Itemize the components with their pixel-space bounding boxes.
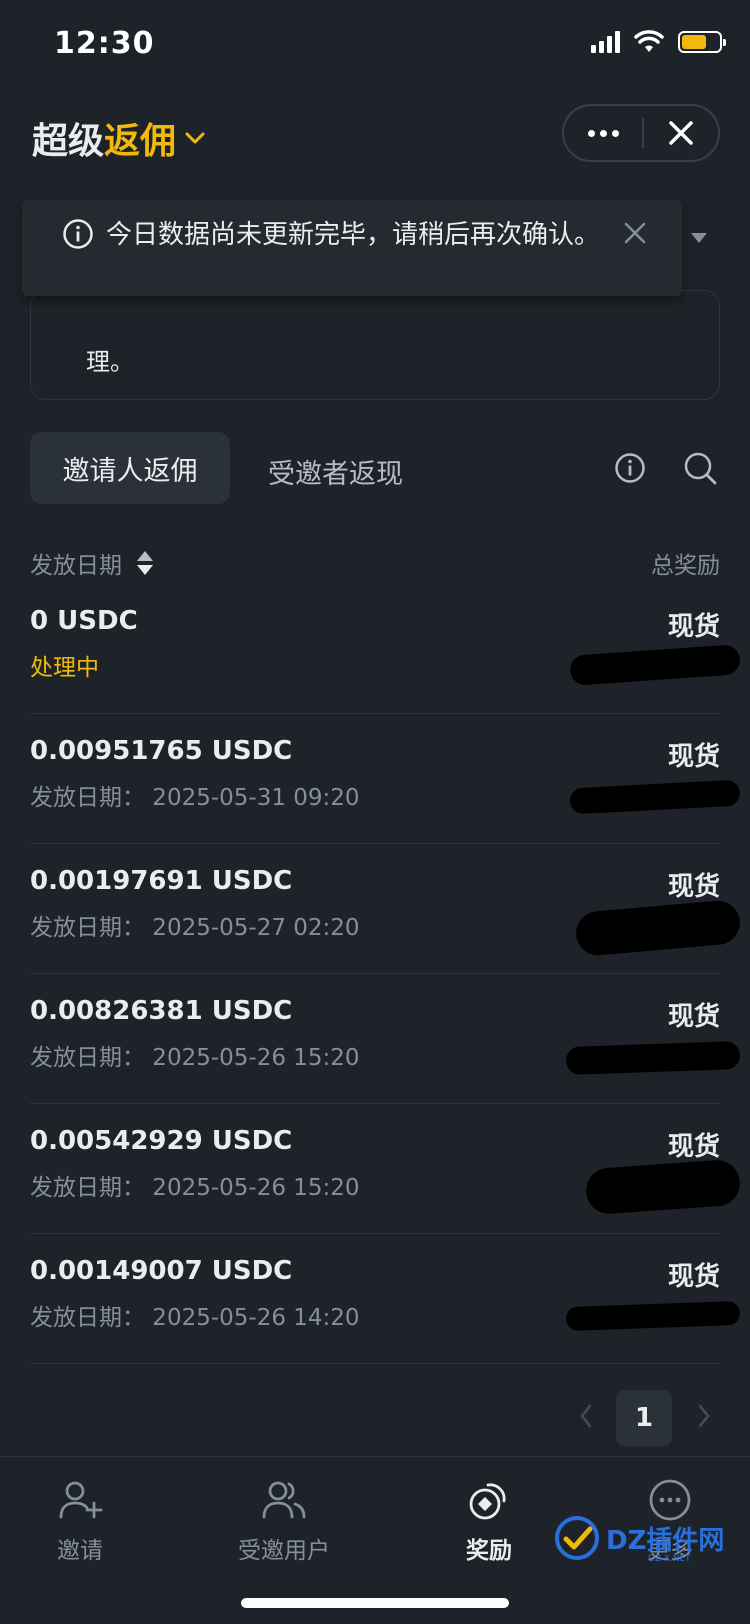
column-header-total-reward: 总奖励 (651, 553, 720, 579)
close-icon (669, 121, 693, 145)
row-status: 处理中 (30, 655, 99, 681)
page-number-current[interactable]: 1 (616, 1390, 672, 1446)
table-row[interactable]: 0.00149007 USDC 发放日期： 2025-05-26 14:20 现… (30, 1234, 741, 1364)
row-amount: 0.00951765 USDC (30, 736, 293, 766)
watermark-logo-icon (555, 1516, 599, 1560)
page-title[interactable]: 超级 返佣 (32, 112, 208, 164)
redaction-mark (569, 779, 741, 815)
table-row[interactable]: 0.00951765 USDC 发放日期： 2025-05-31 09:20 现… (30, 714, 741, 844)
row-date: 发放日期： 2025-05-26 14:20 (30, 1305, 360, 1331)
row-type: 现货 (667, 742, 720, 772)
search-icon[interactable] (682, 450, 718, 486)
watermark: DZ插件网 DZ-X.NET (552, 1506, 742, 1570)
caret-down-icon[interactable] (690, 232, 708, 244)
sort-icon (137, 551, 153, 575)
title-accent: 返佣 (104, 121, 177, 162)
info-icon[interactable] (614, 452, 646, 484)
previous-page-icon[interactable] (576, 1402, 596, 1430)
table-row[interactable]: 0.00197691 USDC 发放日期： 2025-05-27 02:20 现… (30, 844, 742, 974)
row-type: 现货 (667, 1002, 720, 1032)
status-time: 12:30 (54, 26, 155, 61)
row-amount: 0.00197691 USDC (30, 866, 293, 896)
column-header-date: 发放日期 (30, 553, 122, 579)
row-amount: 0.00149007 USDC (30, 1256, 293, 1286)
status-icons (591, 30, 726, 54)
wifi-icon (634, 30, 664, 52)
table-row[interactable]: 0.00826381 USDC 发放日期： 2025-05-26 15:20 现… (30, 974, 741, 1104)
row-date: 发放日期： 2025-05-31 09:20 (30, 785, 360, 811)
row-date: 发放日期： 2025-05-27 02:20 (30, 915, 360, 941)
nav-label: 奖励 (466, 1538, 512, 1564)
redaction-mark (584, 1158, 742, 1216)
row-type: 现货 (667, 1262, 720, 1292)
home-indicator (241, 1598, 509, 1608)
row-amount: 0.00542929 USDC (30, 1126, 293, 1156)
notice-text: 今日数据尚未更新完毕，请稍后再次确认。 (106, 220, 601, 250)
miniapp-capsule (562, 104, 720, 162)
row-type: 现货 (667, 872, 720, 902)
sort-by-date[interactable]: 发放日期 (30, 546, 154, 580)
nav-invite[interactable]: 邀请 (0, 1477, 160, 1565)
nav-invited-users[interactable]: 受邀用户 (204, 1477, 364, 1565)
battery-icon (678, 31, 726, 53)
reward-icon (469, 1483, 506, 1520)
more-options-button[interactable] (564, 129, 642, 137)
tab-inviter-rebate[interactable]: 邀请人返佣 (30, 432, 230, 504)
nav-rewards[interactable]: 奖励 (409, 1477, 569, 1565)
signal-icon (591, 31, 620, 53)
title-prefix: 超级 (32, 121, 105, 162)
redaction-mark (569, 644, 741, 686)
next-page-icon[interactable] (694, 1402, 714, 1430)
nav-label: 受邀用户 (238, 1538, 330, 1564)
close-button[interactable] (644, 120, 718, 146)
notice-background-text: 理。 (86, 348, 134, 376)
info-icon (63, 219, 93, 249)
redaction-mark (565, 1040, 741, 1076)
row-date: 发放日期： 2025-05-26 15:20 (30, 1175, 360, 1201)
tab-invitee-cashback[interactable]: 受邀者返现 (268, 452, 403, 491)
users-icon (262, 1481, 306, 1519)
row-amount: 0.00826381 USDC (30, 996, 293, 1026)
redaction-mark (565, 1300, 741, 1332)
row-amount: 0 USDC (30, 606, 138, 636)
row-type: 现货 (667, 612, 720, 642)
row-type: 现货 (667, 1132, 720, 1162)
notice-close-icon[interactable] (622, 220, 648, 246)
watermark-text: DZ插件网 (606, 1525, 725, 1556)
table-row[interactable]: 0 USDC 处理中 现货 (30, 584, 741, 714)
watermark-subtext: DZ-X.NET (648, 1554, 691, 1564)
invite-icon (59, 1481, 103, 1519)
nav-label: 邀请 (57, 1538, 103, 1564)
chevron-down-icon (185, 132, 205, 144)
table-row[interactable]: 0.00542929 USDC 发放日期： 2025-05-26 15:20 现… (30, 1104, 742, 1234)
row-date: 发放日期： 2025-05-26 15:20 (30, 1045, 360, 1071)
redaction-mark (574, 898, 742, 958)
